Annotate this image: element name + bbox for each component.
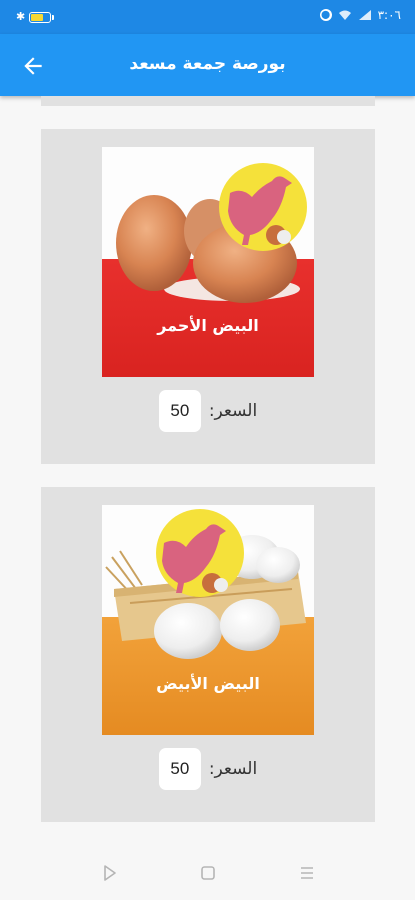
product-card-red-eggs[interactable]: البيض الأحمر السعر: 50 <box>41 129 375 464</box>
bluetooth-icon: ✱ <box>16 10 26 23</box>
price-row: السعر: 50 <box>41 388 375 434</box>
location-icon: ⬤ <box>319 9 332 21</box>
hen-logo-icon <box>156 509 244 597</box>
status-left: ✱ <box>16 9 55 25</box>
white-eggs-illustration: البيض الأبيض <box>102 505 314 735</box>
product-image-caption: البيض الأحمر <box>156 316 259 335</box>
product-card-white-eggs[interactable]: البيض الأبيض السعر: 50 <box>41 487 375 822</box>
price-value: 50 <box>158 748 201 790</box>
recents-menu-icon[interactable] <box>296 862 318 884</box>
page-title: بورصة جمعة مسعد <box>129 54 286 74</box>
price-value: 50 <box>158 390 201 432</box>
status-bar: ✱ ⬤ ٣:٠٦ <box>0 0 415 34</box>
app-bar: بورصة جمعة مسعد <box>0 34 415 96</box>
status-right: ⬤ ٣:٠٦ <box>319 8 401 22</box>
egg-shape <box>116 195 192 291</box>
red-eggs-illustration: البيض الأحمر <box>102 147 314 377</box>
signal-icon <box>358 10 371 20</box>
price-row: السعر: 50 <box>41 746 375 792</box>
price-label: السعر: <box>208 401 258 421</box>
price-label: السعر: <box>208 759 258 779</box>
hen-logo-icon <box>219 163 307 251</box>
system-nav-bar <box>0 846 415 900</box>
battery-icon <box>29 11 55 23</box>
product-image-white-eggs: البيض الأبيض <box>102 505 314 735</box>
product-list[interactable]: البيض الأحمر السعر: 50 البيض الأبيض السع… <box>0 96 415 846</box>
product-image-red-eggs: البيض الأحمر <box>102 147 314 377</box>
status-time: ٣:٠٦ <box>377 8 401 22</box>
home-square-icon[interactable] <box>197 862 219 884</box>
wifi-icon <box>338 10 351 20</box>
product-image-caption: البيض الأبيض <box>156 674 260 693</box>
back-triangle-icon[interactable] <box>98 862 120 884</box>
partial-product-card <box>41 96 375 106</box>
